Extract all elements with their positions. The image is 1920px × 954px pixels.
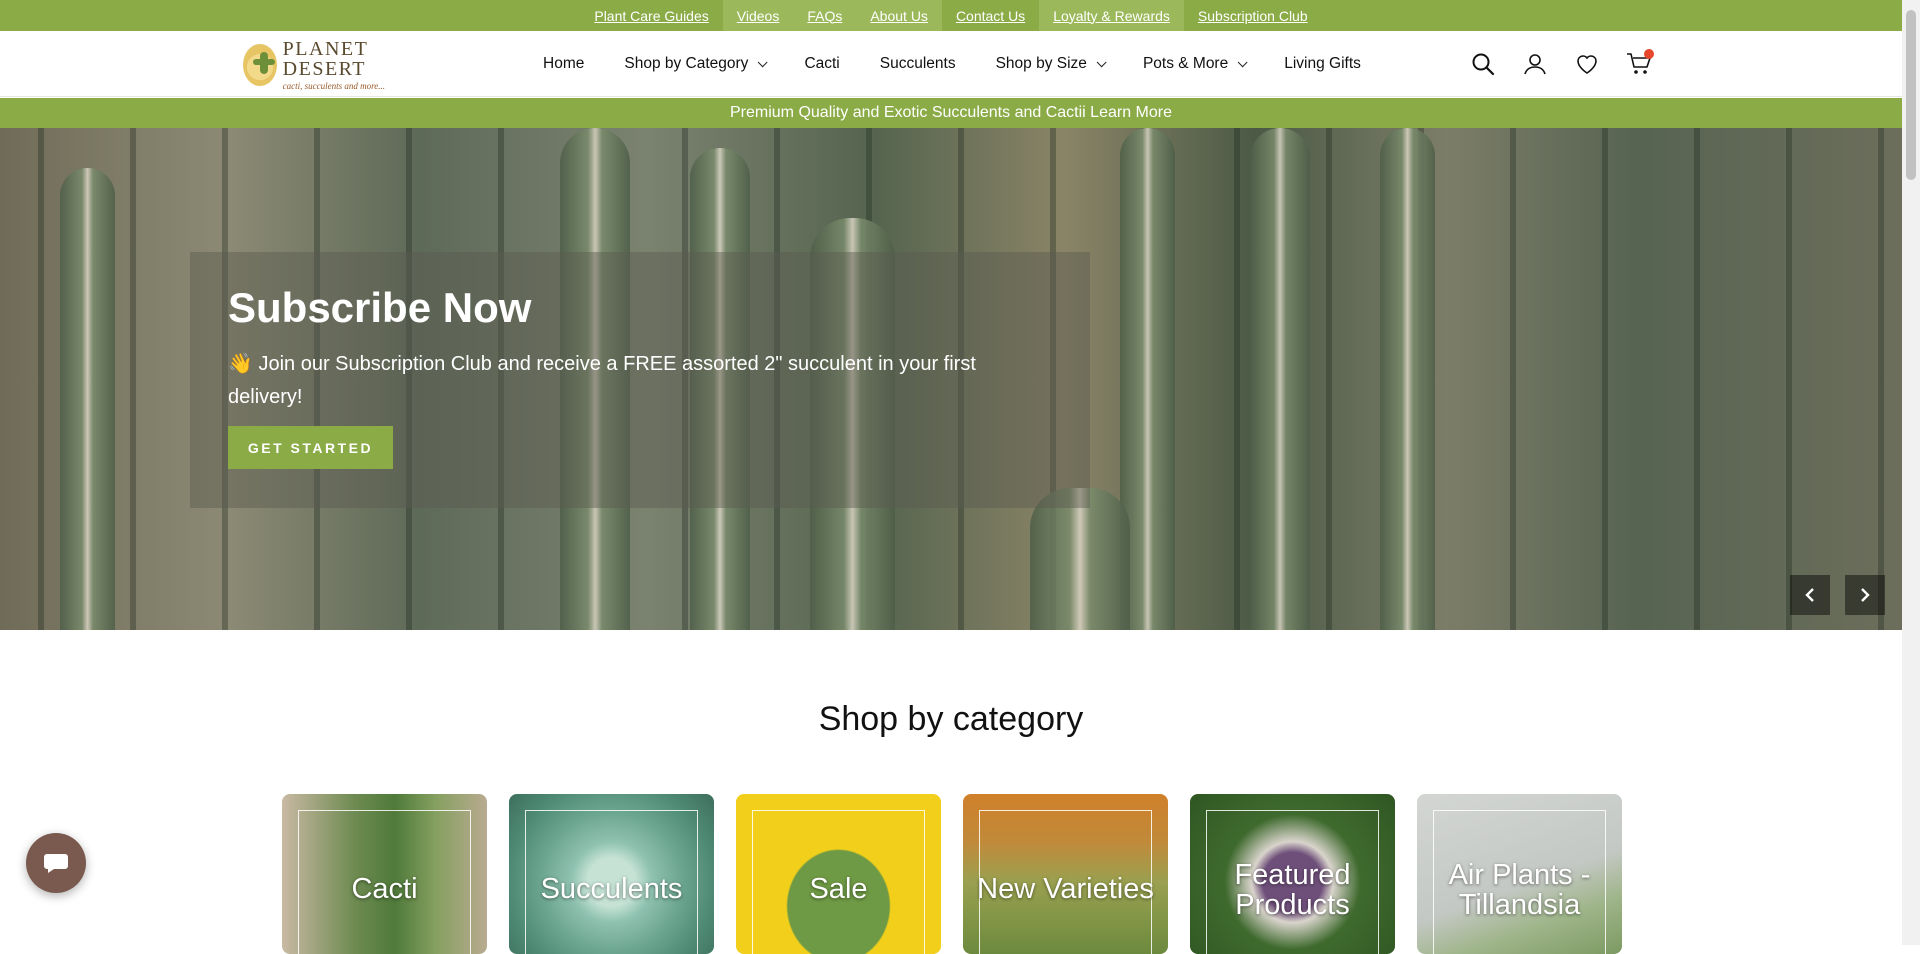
nav-label: Living Gifts [1284, 55, 1361, 72]
site-header: PLANET DESERT cacti, succulents and more… [0, 31, 1902, 97]
category-card-cacti[interactable]: Cacti [282, 794, 487, 954]
nav-label: Shop by Size [995, 55, 1087, 72]
announcement-learn-more-link[interactable]: Learn More [1090, 104, 1172, 122]
category-label: Cacti [351, 873, 418, 905]
chevron-down-icon [758, 56, 769, 67]
category-card-sale[interactable]: Sale [736, 794, 941, 954]
logo-title: PLANET DESERT [282, 38, 368, 80]
chevron-down-icon [1237, 56, 1248, 67]
header-icons [1470, 31, 1654, 97]
category-card-featured-products[interactable]: Featured Products [1190, 794, 1395, 954]
category-list: Cacti Succulents Sale New Varieties Feat… [282, 794, 1622, 954]
nav-label: Pots & More [1142, 55, 1229, 72]
logo-tagline: cacti, succulents and more... [282, 81, 386, 91]
logo-cactus-icon [243, 44, 277, 86]
nav-label: Succulents [879, 55, 956, 72]
hero-background-cactus [1030, 488, 1130, 630]
nav-item-succulents[interactable]: Succulents [860, 31, 976, 97]
chevron-right-icon [1861, 588, 1870, 602]
get-started-button[interactable]: GET STARTED [228, 426, 393, 469]
category-label: Succulents [540, 873, 683, 905]
hero-title: Subscribe Now [228, 284, 532, 331]
category-label: New Varieties [977, 873, 1154, 905]
logo-text: PLANET DESERT cacti, succulents and more… [283, 39, 423, 91]
page-scrollbar[interactable] [1902, 0, 1920, 945]
utility-link-subscription-club[interactable]: Subscription Club [1184, 0, 1322, 31]
cart-badge [1644, 49, 1654, 59]
category-card-new-varieties[interactable]: New Varieties [963, 794, 1168, 954]
search-icon[interactable] [1470, 51, 1496, 77]
nav-item-shop-by-category[interactable]: Shop by Category [604, 31, 784, 97]
category-card-succulents[interactable]: Succulents [509, 794, 714, 954]
chevron-down-icon [1096, 56, 1107, 67]
category-label: Air Plants - Tillandsia [1448, 859, 1591, 921]
utility-link-plant-care-guides[interactable]: Plant Care Guides [580, 0, 722, 31]
hero-background-cactus [1380, 128, 1435, 630]
category-label: Sale [809, 873, 868, 905]
category-card-air-plants[interactable]: Air Plants - Tillandsia [1417, 794, 1622, 954]
scrollbar-thumb[interactable] [1906, 10, 1916, 180]
hero-background-cactus [60, 168, 115, 630]
wishlist-icon[interactable] [1574, 51, 1600, 77]
nav-item-shop-by-size[interactable]: Shop by Size [976, 31, 1123, 97]
nav-item-home[interactable]: Home [523, 31, 604, 97]
utility-link-videos[interactable]: Videos [722, 0, 794, 31]
announcement-bar: Premium Quality and Exotic Succulents an… [0, 98, 1902, 128]
chat-button[interactable] [26, 833, 86, 893]
nav-label: Home [543, 55, 585, 72]
cart-icon[interactable] [1626, 49, 1654, 77]
utility-link-contact-us[interactable]: Contact Us [942, 0, 1039, 31]
shop-by-category-title: Shop by category [818, 700, 1084, 738]
nav-item-pots-more[interactable]: Pots & More [1123, 31, 1264, 97]
chat-icon [44, 854, 68, 873]
hero-text: 👋 Join our Subscription Club and receive… [228, 353, 976, 408]
main-nav: Home Shop by Category Cacti Succulents S… [523, 31, 1381, 97]
nav-label: Shop by Category [624, 55, 749, 72]
category-label: Featured Products [1234, 859, 1351, 921]
announcement-text: Premium Quality and Exotic Succulents an… [730, 104, 1086, 121]
nav-label: Cacti [804, 55, 840, 72]
hero-content-panel: Subscribe Now 👋 Join our Subscription Cl… [190, 252, 1090, 508]
site-logo[interactable]: PLANET DESERT cacti, succulents and more… [243, 39, 423, 91]
utility-link-loyalty-rewards[interactable]: Loyalty & Rewards [1039, 0, 1184, 31]
hero-background-cactus [1250, 128, 1310, 630]
hero-slider: Subscribe Now 👋 Join our Subscription Cl… [0, 128, 1902, 630]
nav-item-living-gifts[interactable]: Living Gifts [1264, 31, 1381, 97]
chevron-left-icon [1805, 588, 1814, 602]
slider-prev-button[interactable] [1790, 575, 1830, 615]
utility-link-about-us[interactable]: About Us [856, 0, 942, 31]
slider-next-button[interactable] [1845, 575, 1885, 615]
utility-link-faqs[interactable]: FAQs [793, 0, 857, 31]
utility-bar: Plant Care Guides Videos FAQs About Us C… [0, 0, 1902, 31]
account-icon[interactable] [1522, 51, 1548, 77]
nav-item-cacti[interactable]: Cacti [784, 31, 859, 97]
